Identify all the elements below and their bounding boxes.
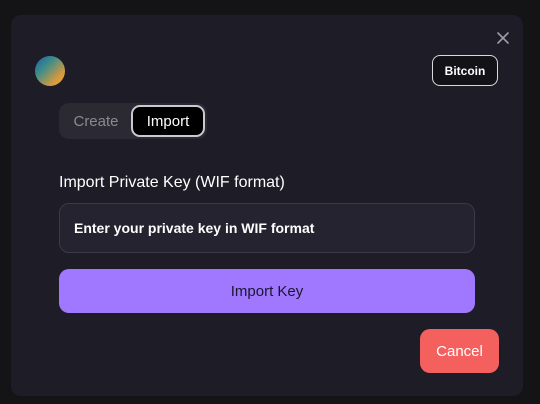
- mode-tabs: Create Import: [59, 103, 207, 139]
- tab-import-label: Import: [146, 112, 190, 130]
- cancel-label: Cancel: [436, 342, 483, 360]
- close-icon: [497, 32, 509, 44]
- avatar: [35, 56, 65, 86]
- tab-import[interactable]: Import: [131, 105, 205, 137]
- tab-create-label: Create: [73, 112, 119, 130]
- tab-create[interactable]: Create: [61, 105, 131, 137]
- network-select-button[interactable]: Bitcoin: [432, 55, 498, 86]
- close-button[interactable]: [494, 29, 512, 47]
- private-key-input[interactable]: [59, 203, 475, 253]
- import-key-button[interactable]: Import Key: [59, 269, 475, 313]
- network-button-label: Bitcoin: [444, 63, 486, 78]
- import-key-label: Import Key: [230, 282, 304, 300]
- private-key-label: Import Private Key (WIF format): [59, 174, 285, 191]
- import-wallet-modal: Bitcoin Create Import Import Private Key…: [11, 15, 523, 396]
- cancel-button[interactable]: Cancel: [420, 329, 499, 373]
